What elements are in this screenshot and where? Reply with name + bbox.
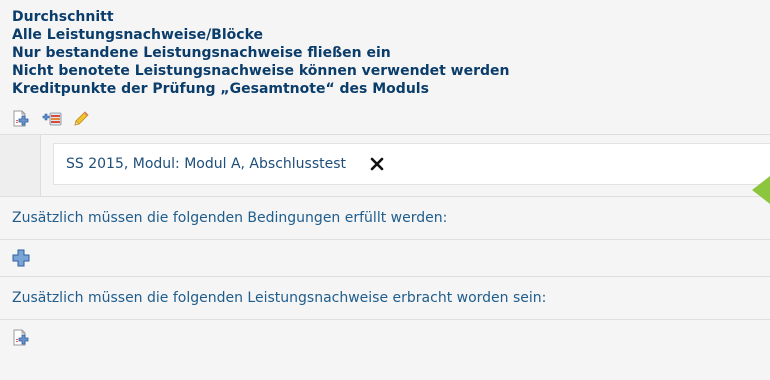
achievement-label: SS 2015, Modul: Modul A, Abschlusstest: [66, 156, 346, 172]
selection-indicator-arrow: [752, 176, 770, 204]
toolbar: [0, 104, 770, 135]
rule-line-average: Durchschnitt: [12, 9, 114, 25]
add-document-icon[interactable]: [12, 329, 30, 347]
add-plus-icon[interactable]: [12, 249, 30, 267]
requirements-heading: Zusätzlich müssen die folgenden Leistung…: [0, 277, 770, 320]
add-document-icon[interactable]: [12, 110, 30, 128]
conditions-toolbar: [0, 240, 770, 277]
close-icon[interactable]: [368, 155, 386, 173]
rule-line-all-blocks: Alle Leistungsnachweise/Blöcke: [12, 27, 263, 43]
add-list-icon[interactable]: [40, 110, 62, 128]
indent-strip: [0, 135, 41, 196]
selected-achievements-area: SS 2015, Modul: Modul A, Abschlusstest: [0, 135, 770, 197]
rule-line-ungraded: Nicht benotete Leistungsnachweise können…: [12, 63, 510, 79]
edit-pencil-icon[interactable]: [72, 110, 90, 128]
rule-line-credit-points: Kreditpunkte der Prüfung „Gesamtnote“ de…: [12, 81, 429, 97]
conditions-heading: Zusätzlich müssen die folgenden Bedingun…: [0, 197, 770, 240]
rule-summary: Durchschnitt Alle Leistungsnachweise/Blö…: [0, 0, 770, 104]
rule-line-passed-only: Nur bestandene Leistungsnachweise fließe…: [12, 45, 391, 61]
selected-achievement-item[interactable]: SS 2015, Modul: Modul A, Abschlusstest: [53, 143, 770, 185]
requirements-toolbar: [0, 320, 770, 356]
